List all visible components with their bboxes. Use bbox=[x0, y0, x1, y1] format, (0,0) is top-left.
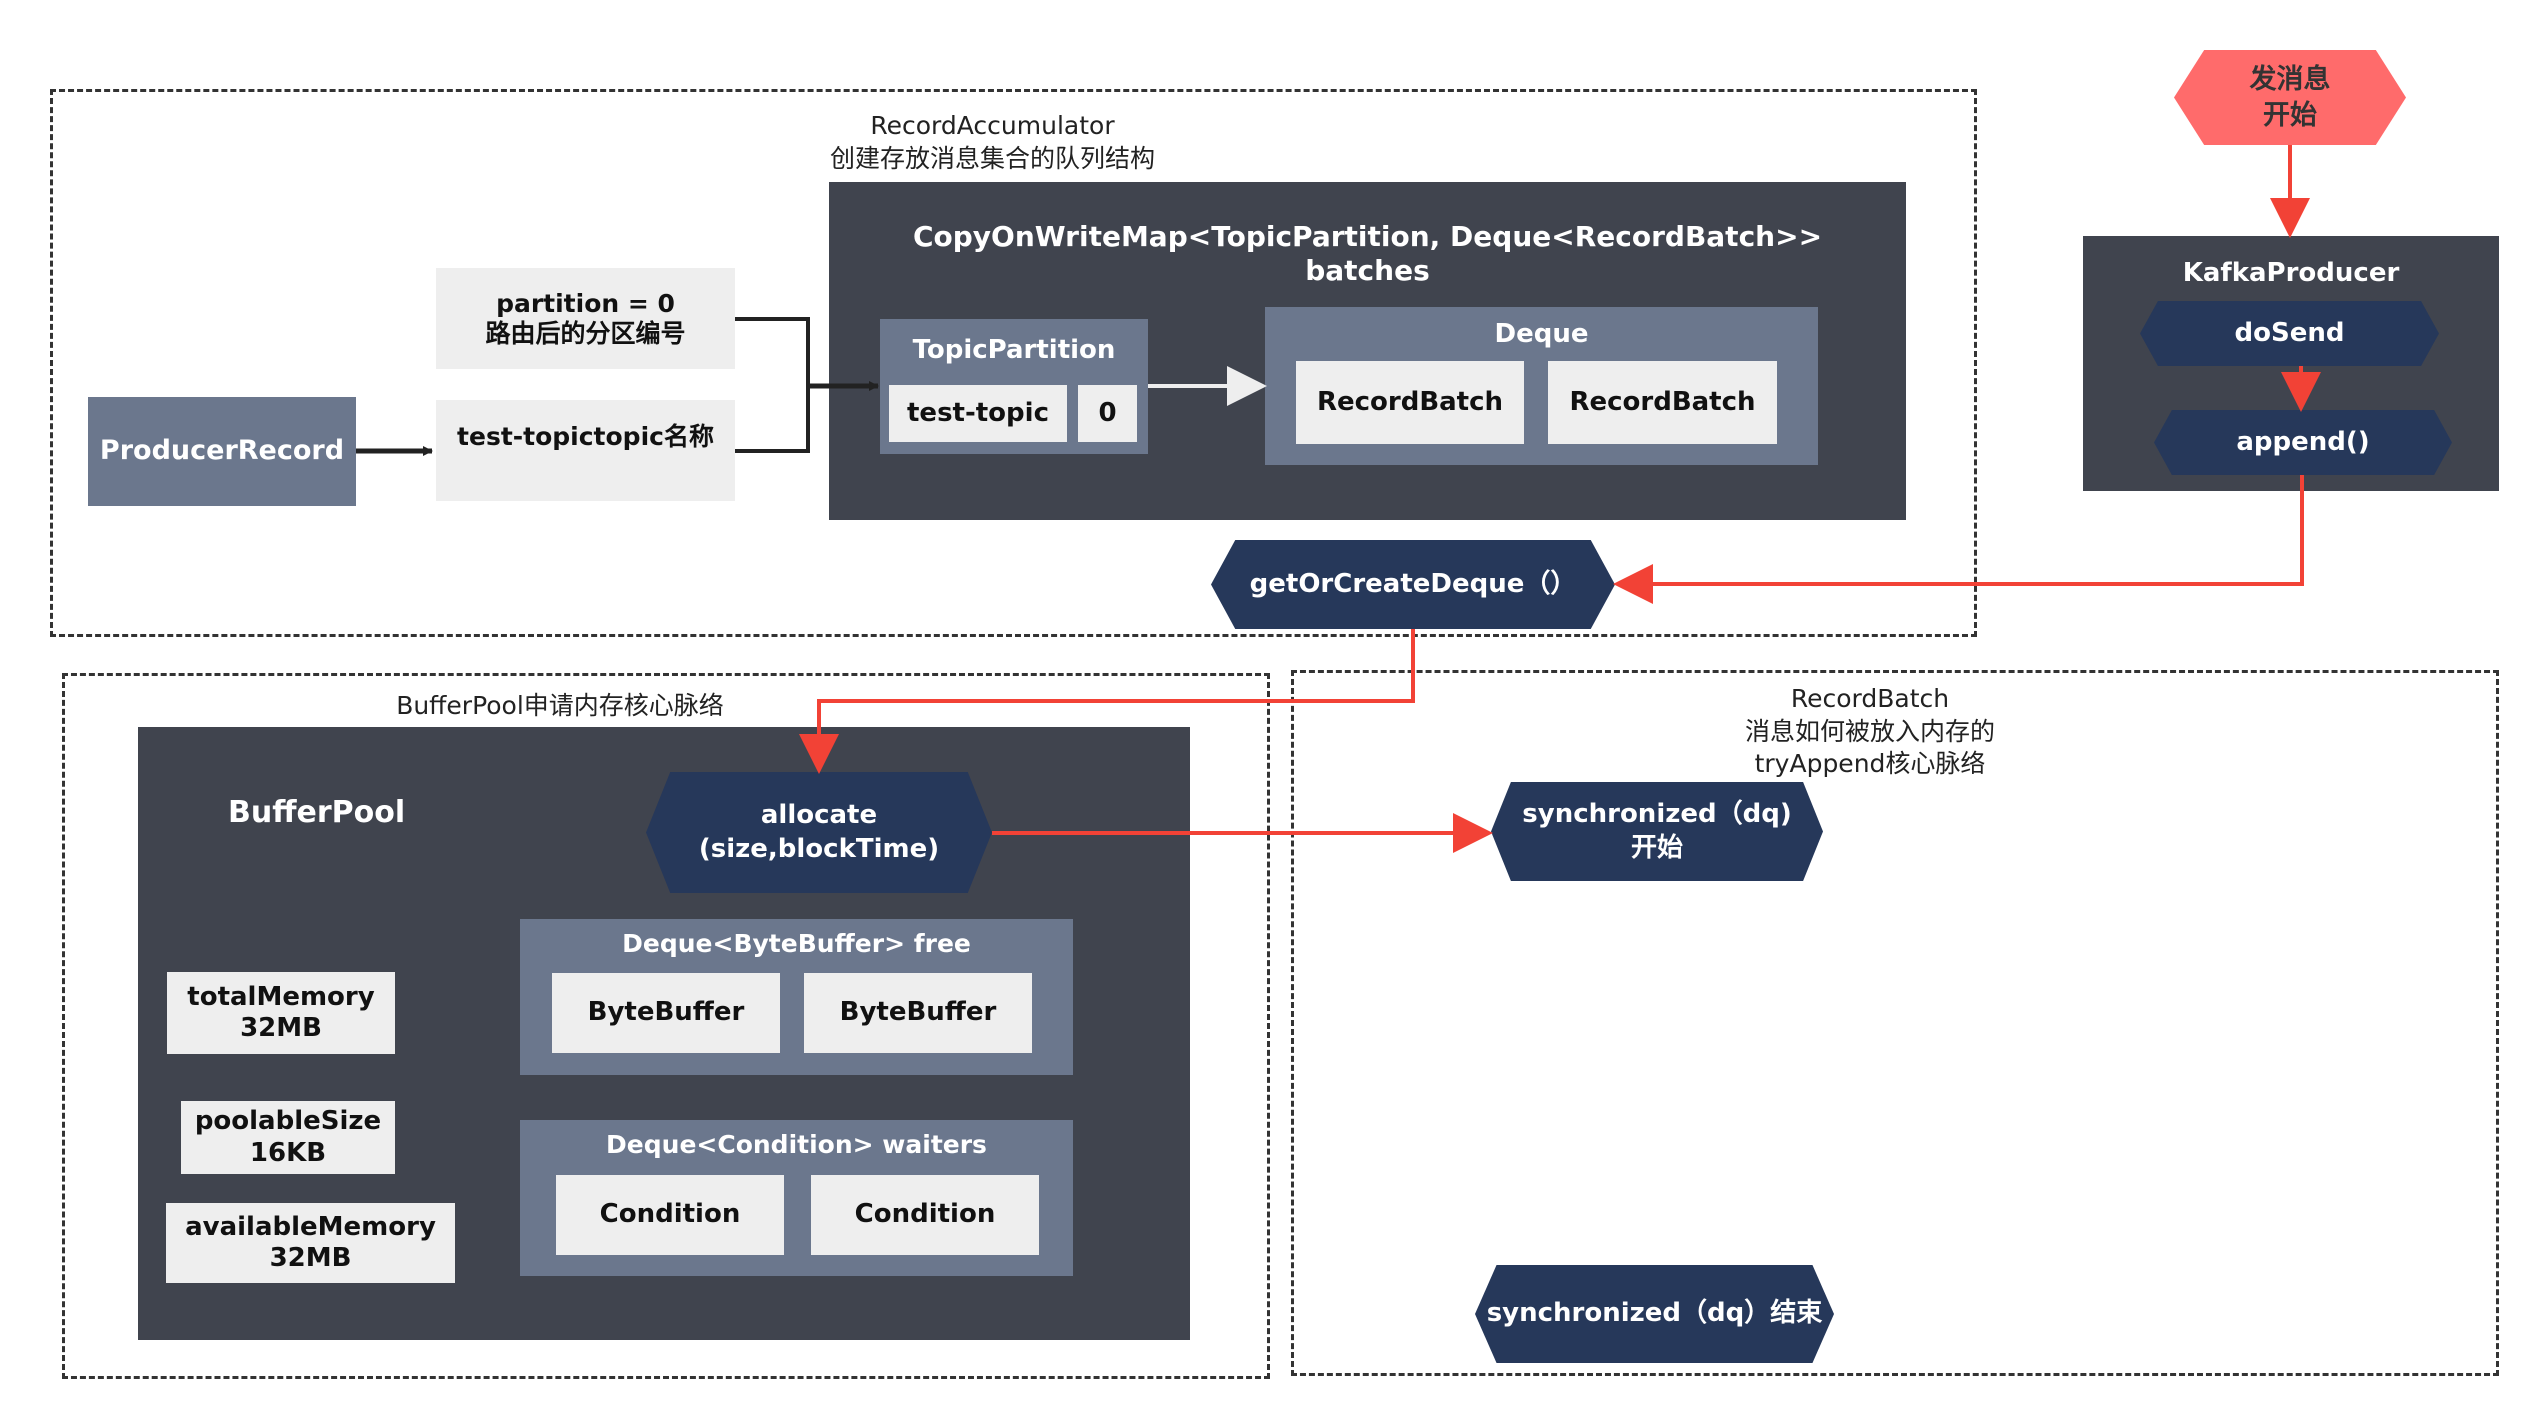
bracket-notes-to-partition bbox=[735, 317, 810, 453]
arrow-append-to-get-deque bbox=[1613, 475, 2304, 604]
connectors bbox=[356, 145, 2321, 853]
arrow-get-deque-to-allocate bbox=[799, 629, 1415, 774]
